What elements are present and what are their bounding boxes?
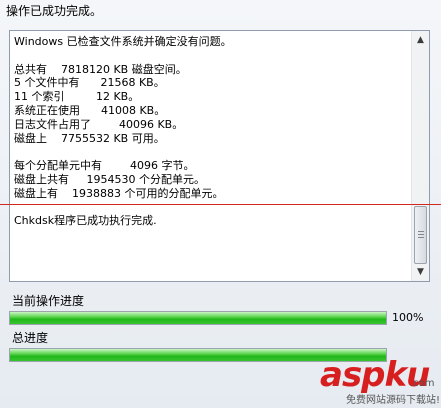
dialog-window: 操作已成功完成。 Windows 已检查文件系统并确定没有问题。 总共有 7818… xyxy=(0,0,441,408)
log-scrollbar[interactable]: ▲ ▼ xyxy=(411,31,429,281)
current-progress-label: 当前操作进度 xyxy=(12,294,85,308)
log-line: 磁盘上有 1938883 个可用的分配单元。 xyxy=(14,186,224,200)
log-line: 磁盘上共有 1954530 个分配单元。 xyxy=(14,172,205,186)
thumb-grip xyxy=(418,234,424,235)
log-panel[interactable]: Windows 已检查文件系统并确定没有问题。 总共有 7818120 KB 磁盘… xyxy=(9,30,430,282)
current-progress-bar xyxy=(9,311,387,325)
thumb-grip xyxy=(418,237,424,238)
site-watermark-logo: aspku .com 免费网站源码下载站! xyxy=(320,355,440,406)
annotation-red-line xyxy=(0,204,441,205)
current-progress-fill xyxy=(10,312,386,324)
log-line: 11 个索引 12 KB。 xyxy=(14,90,140,104)
log-line: 总共有 7818120 KB 磁盘空间。 xyxy=(14,62,187,76)
scroll-up-icon[interactable]: ▲ xyxy=(413,32,428,48)
thumb-grip xyxy=(418,231,424,232)
watermark-logo-text: aspku xyxy=(320,355,430,395)
log-line: 系统正在使用 41008 KB。 xyxy=(14,103,166,117)
dialog-title: 操作已成功完成。 xyxy=(6,4,103,18)
log-line: Chkdsk程序已成功执行完成. xyxy=(14,214,157,228)
total-progress-label: 总进度 xyxy=(12,331,49,345)
log-line: 日志文件占用了 40096 KB。 xyxy=(14,117,184,131)
watermark-tagline: 免费网站源码下载站! xyxy=(346,393,440,406)
log-line: Windows 已检查文件系统并确定没有问题。 xyxy=(14,35,232,48)
scroll-thumb[interactable] xyxy=(414,206,427,264)
scroll-down-icon[interactable]: ▼ xyxy=(413,264,428,280)
log-line: 每个分配单元中有 4096 字节。 xyxy=(14,159,195,173)
current-progress-percent: 100% xyxy=(392,311,424,324)
watermark-logo-suffix: .com xyxy=(410,378,435,389)
log-line: 磁盘上 7755532 KB 可用。 xyxy=(14,131,165,145)
log-line: 5 个文件中有 21568 KB。 xyxy=(14,76,165,90)
log-lines: Windows 已检查文件系统并确定没有问题。 总共有 7818120 KB 磁盘… xyxy=(14,35,409,228)
